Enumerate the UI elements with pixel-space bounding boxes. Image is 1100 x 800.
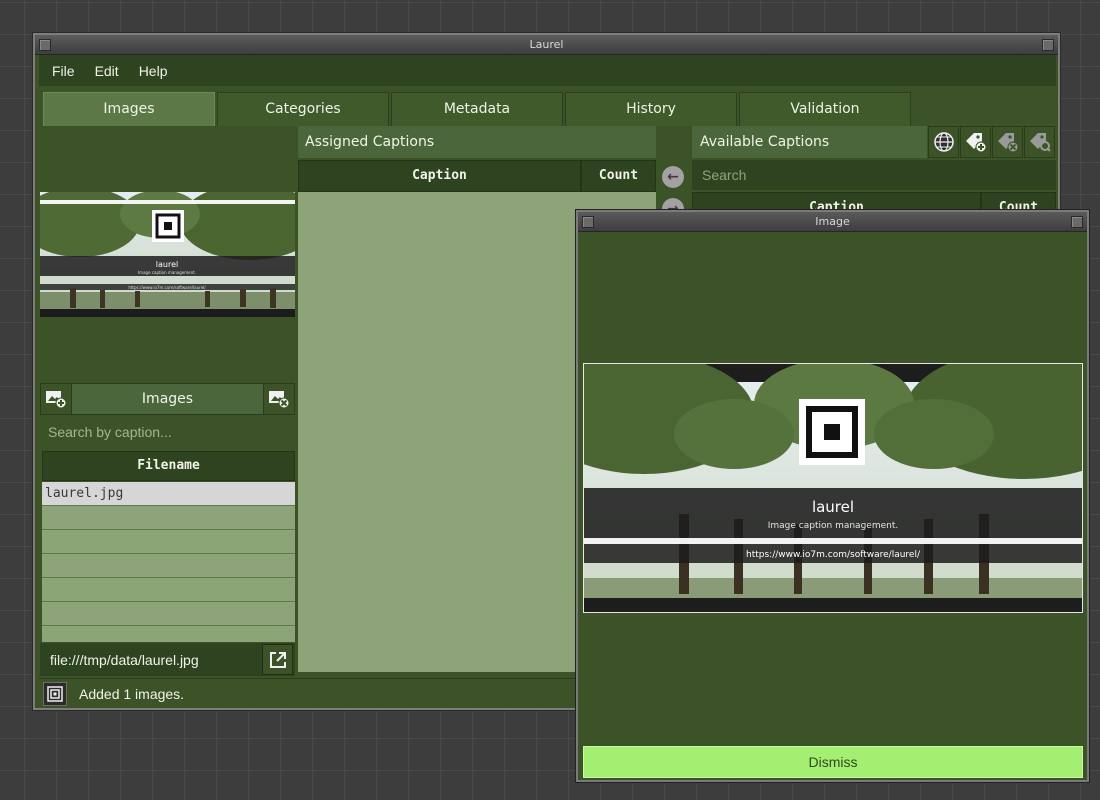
file-row[interactable] xyxy=(42,530,295,554)
assigned-count-column[interactable]: Count xyxy=(581,160,656,192)
arrow-left-icon: ← xyxy=(667,169,679,185)
menu-file[interactable]: File xyxy=(52,63,75,79)
images-label: Images xyxy=(72,383,263,415)
assigned-captions-header: Assigned Captions xyxy=(298,126,656,158)
images-panel: laurel Image caption management. https:/… xyxy=(39,126,296,676)
unassign-caption-button[interactable]: ← xyxy=(662,166,684,188)
window-menu-box[interactable] xyxy=(39,39,51,51)
file-row[interactable] xyxy=(42,626,295,642)
file-row[interactable] xyxy=(42,578,295,602)
file-list: laurel.jpg xyxy=(42,482,295,642)
image-subtitle-text: Image caption management. xyxy=(768,521,898,531)
assigned-table-header: Caption Count xyxy=(298,160,656,192)
remove-image-button[interactable] xyxy=(263,383,295,415)
image-add-icon xyxy=(46,391,67,409)
dialog-menu-box[interactable] xyxy=(582,216,594,228)
search-caption-button[interactable] xyxy=(1024,126,1055,158)
thumbnail-graphic: laurel Image caption management. https:/… xyxy=(40,192,295,317)
thumbnail-url: https://www.io7m.com/software/laurel/ xyxy=(128,285,206,290)
dismiss-button[interactable]: Dismiss xyxy=(583,746,1083,778)
tab-history[interactable]: History xyxy=(565,92,737,126)
add-image-button[interactable] xyxy=(40,383,72,415)
file-row[interactable]: laurel.jpg xyxy=(42,482,295,506)
add-caption-button[interactable] xyxy=(960,126,991,158)
menu-help[interactable]: Help xyxy=(139,63,168,79)
image-dialog: Image laurel Image caption management. h… xyxy=(576,210,1089,782)
available-captions-header: Available Captions xyxy=(692,126,927,158)
window-maximize-box[interactable] xyxy=(1042,39,1054,51)
tab-categories[interactable]: Categories xyxy=(217,92,389,126)
file-row[interactable] xyxy=(42,602,295,626)
dialog-title: Image xyxy=(815,215,850,228)
open-external-button[interactable] xyxy=(262,644,293,675)
status-message: Added 1 images. xyxy=(79,685,185,702)
file-row[interactable] xyxy=(42,554,295,578)
images-toolbar: Images xyxy=(40,383,295,415)
image-thumbnail[interactable]: laurel Image caption management. https:/… xyxy=(40,192,295,317)
available-search-input[interactable]: Search xyxy=(692,160,1056,190)
image-url-text: https://www.io7m.com/software/laurel/ xyxy=(746,550,921,560)
tab-images[interactable]: Images xyxy=(43,92,215,126)
remove-caption-button[interactable] xyxy=(992,126,1023,158)
filename-column-header[interactable]: Filename xyxy=(42,451,295,481)
tab-validation[interactable]: Validation xyxy=(739,92,911,126)
thumbnail-subtitle: Image caption management. xyxy=(138,270,196,275)
globe-icon xyxy=(933,132,954,152)
window-titlebar[interactable]: Laurel xyxy=(35,35,1058,55)
full-image: laurel Image caption management. https:/… xyxy=(583,363,1083,613)
menu-edit[interactable]: Edit xyxy=(95,63,119,79)
global-captions-button[interactable] xyxy=(928,126,959,158)
file-path-bar: file:///tmp/data/laurel.jpg xyxy=(40,643,295,676)
tab-bar: Images Categories Metadata History Valid… xyxy=(43,92,913,126)
tab-metadata[interactable]: Metadata xyxy=(391,92,563,126)
assigned-caption-column[interactable]: Caption xyxy=(298,160,581,192)
tag-search-icon xyxy=(1029,133,1051,152)
available-count-column[interactable]: Count xyxy=(981,192,1056,212)
caption-search-input[interactable]: Search by caption... xyxy=(40,417,295,447)
image-title-text: laurel xyxy=(812,498,854,516)
thumbnail-title: laurel xyxy=(156,260,178,269)
menubar: File Edit Help xyxy=(39,55,1056,86)
dialog-titlebar[interactable]: Image xyxy=(578,212,1087,232)
file-row[interactable] xyxy=(42,506,295,530)
window-title: Laurel xyxy=(529,38,564,51)
available-table-header: Caption Count xyxy=(692,192,1056,212)
full-image-graphic: laurel Image caption management. https:/… xyxy=(584,364,1082,612)
image-remove-icon xyxy=(269,391,290,409)
open-external-icon xyxy=(269,651,286,668)
app-logo-icon xyxy=(43,681,67,706)
tag-remove-icon xyxy=(997,133,1018,153)
tag-add-icon xyxy=(965,133,986,153)
available-caption-column[interactable]: Caption xyxy=(692,192,981,212)
file-path: file:///tmp/data/laurel.jpg xyxy=(50,651,199,668)
dialog-maximize-box[interactable] xyxy=(1071,216,1083,228)
